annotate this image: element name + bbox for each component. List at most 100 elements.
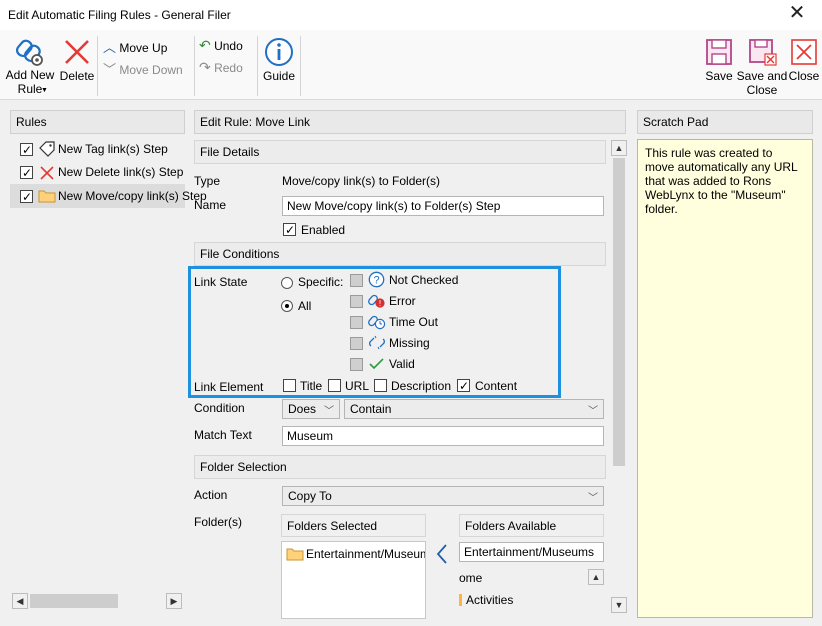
ribbon-separator xyxy=(194,36,195,96)
file-details-header: File Details xyxy=(194,140,606,164)
link-element-label: Link Element xyxy=(194,380,264,394)
ribbon-separator xyxy=(97,36,98,96)
info-icon xyxy=(265,38,293,66)
not-checked-label: Not Checked xyxy=(389,273,459,287)
move-up-button[interactable]: ︿ Move Up xyxy=(103,37,168,55)
rule-item-label: New Tag link(s) Step xyxy=(58,142,168,156)
broken-link-icon xyxy=(369,335,385,350)
red-x-icon xyxy=(65,40,89,64)
save-and-close-label: Save and Close xyxy=(736,69,788,97)
file-conditions-header: File Conditions xyxy=(194,242,606,266)
chevron-down-icon: ﹀ xyxy=(588,493,598,504)
rule-checkbox[interactable] xyxy=(20,166,33,179)
rule-item-move-copy[interactable]: New Move/copy link(s) Step xyxy=(10,184,207,208)
enabled-label: Enabled xyxy=(301,223,346,237)
not-checked-checkbox[interactable] xyxy=(350,274,363,287)
action-label: Action xyxy=(194,488,228,502)
ribbon-separator xyxy=(257,36,258,96)
description-checkbox-label: Description xyxy=(391,379,452,393)
time-out-checkbox[interactable] xyxy=(350,316,363,329)
name-label: Name xyxy=(194,198,227,212)
chevron-left-icon[interactable] xyxy=(434,543,450,565)
chevron-down-icon: ﹀ xyxy=(324,406,334,417)
folders-selected-header: Folders Selected xyxy=(281,514,426,537)
dropdown-caret-icon: ▼ xyxy=(41,87,48,94)
close-button[interactable]: Close xyxy=(788,34,820,98)
valid-checkbox[interactable] xyxy=(350,358,363,371)
chevron-down-icon: ﹀ xyxy=(588,406,598,417)
action-select[interactable]: Copy To ﹀ xyxy=(282,486,604,506)
all-label: All xyxy=(298,299,312,313)
folders-selected-list[interactable]: Entertainment/Museums xyxy=(281,541,426,619)
window-close-button[interactable]: ✕ xyxy=(784,2,810,26)
content-checkbox[interactable] xyxy=(457,379,470,392)
guide-button[interactable]: Guide xyxy=(260,34,298,98)
rule-checkbox[interactable] xyxy=(20,143,33,156)
all-radio[interactable] xyxy=(281,300,293,312)
link-clock-icon xyxy=(368,315,386,330)
move-up-label: Move Up xyxy=(119,41,168,55)
description-checkbox[interactable] xyxy=(374,379,387,392)
svg-text:!: ! xyxy=(379,299,381,308)
add-new-rule-button[interactable]: Add New Rule xyxy=(2,34,58,98)
link-gear-icon xyxy=(15,39,43,66)
scroll-right-button[interactable]: ▶ xyxy=(166,593,182,609)
available-folder-item[interactable]: ome xyxy=(459,571,482,585)
delete-label: Delete xyxy=(59,69,95,83)
move-down-button[interactable]: ﹀ Move Down xyxy=(103,59,183,77)
condition-operator-value: Contain xyxy=(350,402,392,416)
folders-available-list[interactable]: ome Activities xyxy=(459,567,589,619)
name-input[interactable]: New Move/copy link(s) to Folder(s) Step xyxy=(282,196,604,216)
red-x-icon xyxy=(40,166,54,180)
match-text-label: Match Text xyxy=(194,428,252,442)
error-checkbox[interactable] xyxy=(350,295,363,308)
scratch-pad-header: Scratch Pad xyxy=(637,110,813,134)
redo-icon: ↷ xyxy=(199,59,211,75)
folder-icon xyxy=(286,548,304,561)
url-checkbox[interactable] xyxy=(328,379,341,392)
folders-available-search[interactable]: Entertainment/Museums xyxy=(459,542,604,562)
tag-icon xyxy=(39,141,55,157)
scratch-pad-textarea[interactable]: This rule was created to move automatica… xyxy=(637,139,813,618)
save-button[interactable]: Save xyxy=(702,34,736,98)
rule-item-delete[interactable]: New Delete link(s) Step xyxy=(10,161,185,183)
rule-item-tag[interactable]: New Tag link(s) Step xyxy=(10,138,185,160)
floppy-disk-icon xyxy=(706,39,732,65)
ribbon-separator xyxy=(300,36,301,96)
type-label: Type xyxy=(194,174,221,188)
scroll-up-button[interactable]: ▲ xyxy=(588,569,604,585)
title-checkbox[interactable] xyxy=(283,379,296,392)
specific-label: Specific: xyxy=(298,275,344,289)
valid-label: Valid xyxy=(389,357,415,371)
rule-item-label: New Delete link(s) Step xyxy=(58,165,184,179)
chevron-down-icon: ﹀ xyxy=(103,62,117,77)
enabled-checkbox[interactable] xyxy=(283,223,296,236)
scroll-left-button[interactable]: ◀ xyxy=(12,593,28,609)
scroll-down-button[interactable]: ▼ xyxy=(611,597,627,613)
window-title: Edit Automatic Filing Rules - General Fi… xyxy=(8,8,231,22)
condition-does-select[interactable]: Does ﹀ xyxy=(282,399,340,419)
rule-checkbox[interactable] xyxy=(20,190,33,203)
horizontal-scrollbar-thumb[interactable] xyxy=(30,594,118,608)
selected-folder-item[interactable]: Entertainment/Museums xyxy=(306,547,425,561)
redo-label: Redo xyxy=(214,61,243,75)
url-checkbox-label: URL xyxy=(345,379,370,393)
condition-operator-select[interactable]: Contain ﹀ xyxy=(344,399,604,419)
title-checkbox-label: Title xyxy=(300,379,323,393)
folder-selection-header: Folder Selection xyxy=(194,455,606,479)
available-folder-item[interactable]: Activities xyxy=(466,593,513,607)
undo-button[interactable]: ↶ Undo xyxy=(199,37,243,53)
available-scrollbar[interactable]: ▲ xyxy=(588,569,604,619)
vertical-scrollbar-thumb[interactable] xyxy=(613,158,625,466)
save-and-close-button[interactable]: Save and Close xyxy=(736,34,788,98)
close-box-icon xyxy=(791,39,817,65)
link-state-label: Link State xyxy=(194,275,248,289)
scroll-up-button[interactable]: ▲ xyxy=(611,140,627,156)
content-checkbox-label: Content xyxy=(475,379,518,393)
missing-checkbox[interactable] xyxy=(350,337,363,350)
redo-button[interactable]: ↷ Redo xyxy=(199,59,243,75)
save-label: Save xyxy=(705,69,733,83)
delete-button[interactable]: Delete xyxy=(58,34,96,98)
specific-radio[interactable] xyxy=(281,277,293,289)
match-text-input[interactable]: Museum xyxy=(282,426,604,446)
